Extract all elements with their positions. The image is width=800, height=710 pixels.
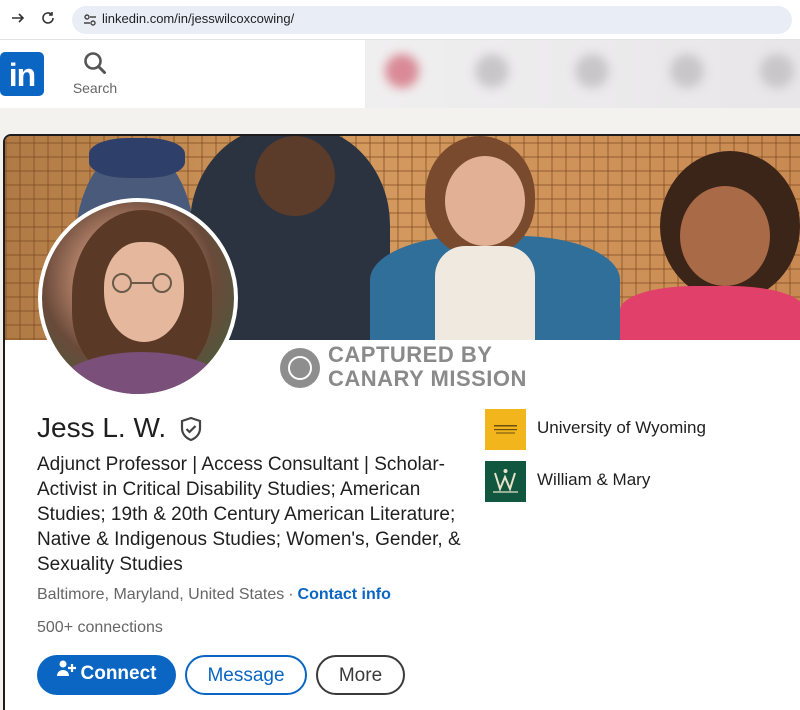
profile-card: CAPTURED BY CANARY MISSION Jess L. W. Ad… — [3, 134, 800, 710]
linkedin-header: in Search — [0, 40, 800, 108]
education-name: William & Mary — [537, 470, 651, 489]
search-nav-item[interactable]: Search — [70, 50, 120, 96]
browser-toolbar: linkedin.com/in/jesswilcoxcowing/ — [0, 0, 800, 40]
profile-name-row: Jess L. W. — [37, 412, 203, 448]
connections-count[interactable]: 500+ connections — [37, 619, 163, 637]
education-name: University of Wyoming — [537, 418, 706, 437]
university-of-wyoming-logo — [485, 409, 526, 450]
address-bar[interactable]: linkedin.com/in/jesswilcoxcowing/ — [72, 6, 792, 34]
more-button[interactable]: More — [316, 655, 405, 695]
canary-mission-watermark: CAPTURED BY CANARY MISSION — [280, 343, 550, 393]
url-text: linkedin.com/in/jesswilcoxcowing/ — [102, 11, 295, 26]
reload-icon[interactable] — [38, 10, 58, 30]
linkedin-logo[interactable]: in — [0, 52, 44, 96]
watermark-line-1: CAPTURED BY — [328, 342, 493, 367]
verified-shield-icon[interactable] — [179, 416, 203, 446]
profile-avatar[interactable] — [38, 198, 238, 398]
william-and-mary-logo — [485, 461, 526, 502]
profile-name: Jess L. W. — [37, 412, 167, 443]
message-button[interactable]: Message — [185, 655, 307, 695]
profile-headline: Adjunct Professor | Access Consultant | … — [37, 454, 461, 575]
contact-info-link[interactable]: Contact info — [298, 586, 391, 603]
forward-arrow-icon[interactable] — [8, 10, 28, 30]
bird-badge-icon — [280, 348, 320, 388]
location-row: Baltimore, Maryland, United States · Conta… — [37, 586, 391, 604]
separator-dot: · — [288, 586, 294, 603]
location-text: Baltimore, Maryland, United States — [37, 586, 285, 603]
search-label: Search — [72, 80, 118, 96]
watermark-line-2: CANARY MISSION — [328, 366, 527, 391]
search-icon — [84, 52, 106, 74]
connect-button[interactable]: Connect — [37, 655, 176, 695]
connect-label: Connect — [80, 663, 157, 684]
blurred-nav-region — [365, 40, 800, 108]
site-info-icon[interactable] — [82, 12, 98, 28]
add-person-icon — [56, 653, 77, 691]
